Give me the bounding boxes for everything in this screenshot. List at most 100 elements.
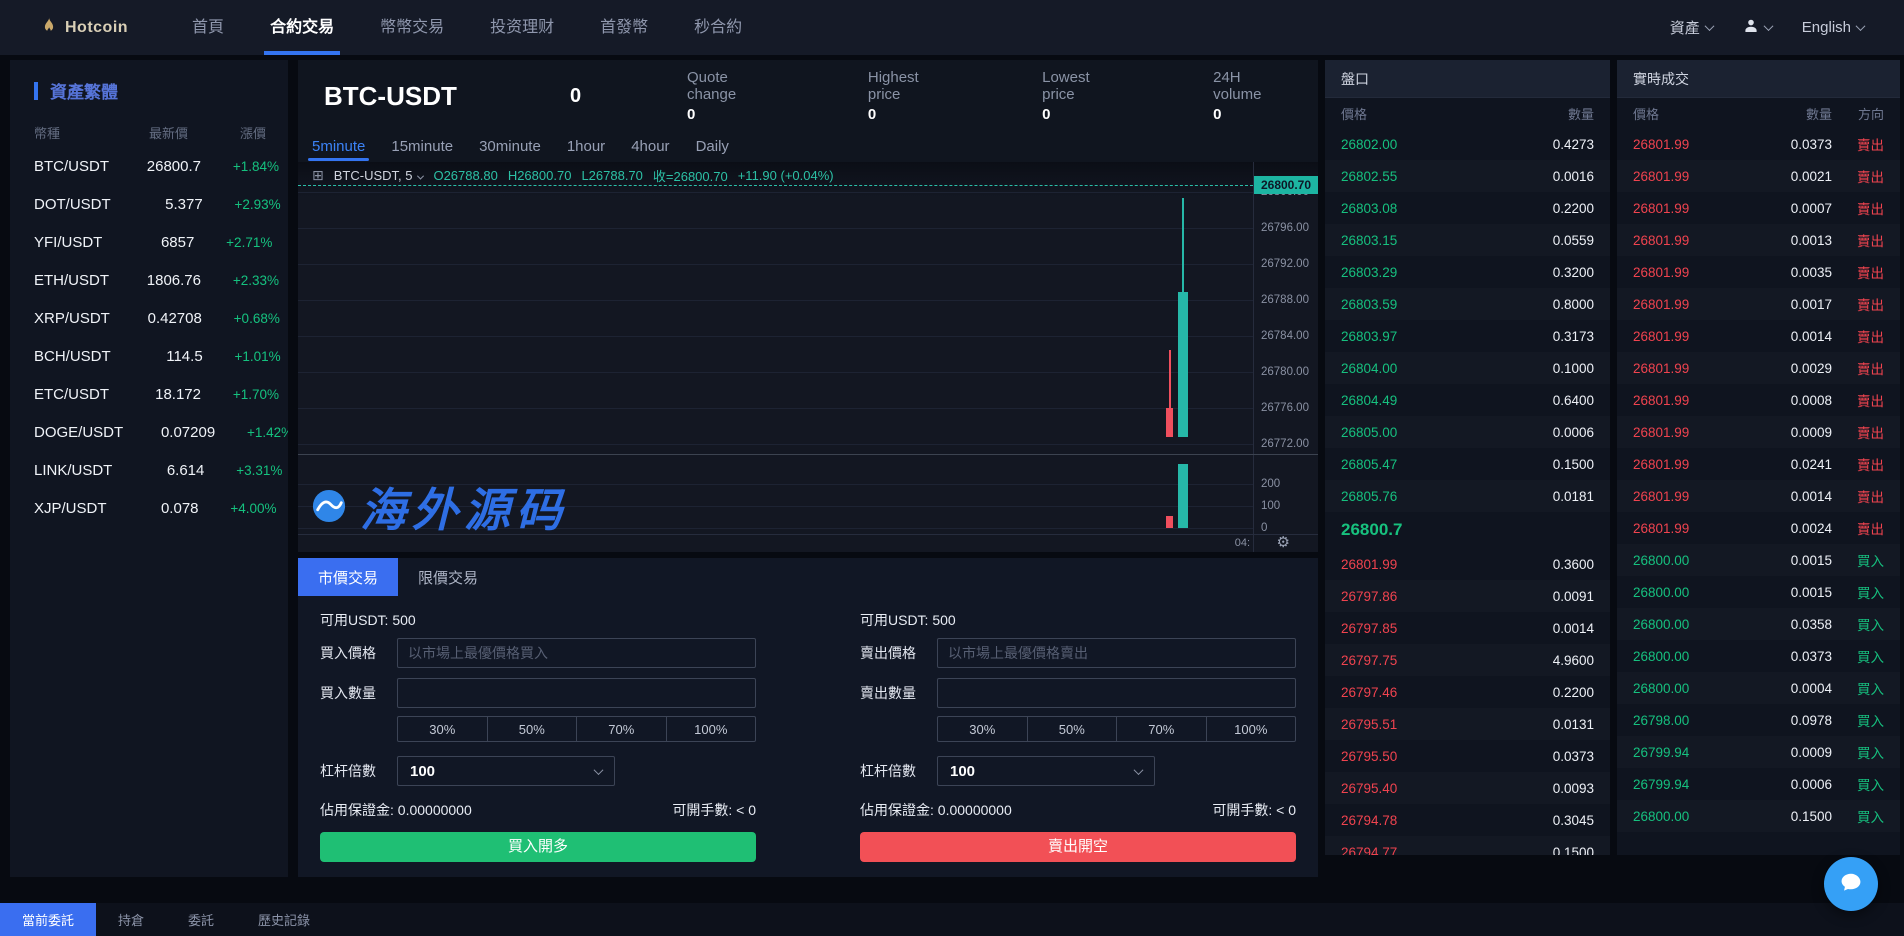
bottom-tab[interactable]: 持倉: [96, 903, 166, 936]
nav-item[interactable]: 秒合約: [694, 0, 742, 55]
buy-open-long-button[interactable]: 買入開多: [320, 832, 756, 862]
sell-leverage-select[interactable]: 100: [937, 756, 1155, 786]
bottom-tab[interactable]: 委託: [166, 903, 236, 936]
orderbook-row[interactable]: 26797.860.0091: [1325, 580, 1610, 612]
market-row[interactable]: LINK/USDT6.614+3.31%: [10, 451, 288, 489]
orderbook-row[interactable]: 26803.150.0559: [1325, 224, 1610, 256]
chart-settings-gear-icon[interactable]: ⚙: [1277, 533, 1290, 551]
orderbook-row[interactable]: 26805.470.1500: [1325, 448, 1610, 480]
grid-icon[interactable]: ⊞: [312, 167, 324, 184]
trade-row[interactable]: 26800.000.0373買入: [1617, 640, 1900, 672]
trade-row[interactable]: 26801.990.0024賣出: [1617, 512, 1900, 544]
percent-button[interactable]: 50%: [1027, 717, 1117, 741]
trade-row[interactable]: 26801.990.0373賣出: [1617, 128, 1900, 160]
trade-row[interactable]: 26801.990.0241賣出: [1617, 448, 1900, 480]
trade-row[interactable]: 26801.990.0017賣出: [1617, 288, 1900, 320]
bottom-tab[interactable]: 歷史記錄: [236, 903, 332, 936]
trade-row[interactable]: 26801.990.0013賣出: [1617, 224, 1900, 256]
user-menu[interactable]: [1743, 18, 1772, 38]
nav-item[interactable]: 投资理财: [490, 0, 554, 55]
trade-row[interactable]: 26800.000.0015買入: [1617, 544, 1900, 576]
market-row[interactable]: ETH/USDT1806.76+2.33%: [10, 261, 288, 299]
trade-row[interactable]: 26799.940.0006買入: [1617, 768, 1900, 800]
buy-leverage-select[interactable]: 100: [397, 756, 615, 786]
trade-row[interactable]: 26799.940.0009買入: [1617, 736, 1900, 768]
trade-row[interactable]: 26801.990.0021賣出: [1617, 160, 1900, 192]
trade-row[interactable]: 26801.990.0035賣出: [1617, 256, 1900, 288]
percent-button[interactable]: 30%: [938, 717, 1027, 741]
nav-item[interactable]: 幣幣交易: [380, 0, 444, 55]
percent-button[interactable]: 70%: [1116, 717, 1206, 741]
percent-button[interactable]: 30%: [398, 717, 487, 741]
assets-menu[interactable]: 資產: [1670, 17, 1713, 38]
trade-row[interactable]: 26801.990.0007賣出: [1617, 192, 1900, 224]
trade-row[interactable]: 26798.000.0978買入: [1617, 704, 1900, 736]
language-menu[interactable]: English: [1802, 19, 1864, 36]
trade-row[interactable]: 26801.990.0014賣出: [1617, 480, 1900, 512]
timeframe-tab[interactable]: 15minute: [391, 138, 453, 155]
trade-row[interactable]: 26800.000.0358買入: [1617, 608, 1900, 640]
timeframe-tab[interactable]: 5minute: [312, 138, 365, 155]
orderbook-row[interactable]: 26795.500.0373: [1325, 740, 1610, 772]
percent-button[interactable]: 100%: [666, 717, 756, 741]
orderbook-row[interactable]: 26795.400.0093: [1325, 772, 1610, 804]
market-row[interactable]: BTC/USDT26800.7+1.84%: [10, 147, 288, 185]
orderbook-row[interactable]: 26802.550.0016: [1325, 160, 1610, 192]
timeframe-tab[interactable]: 30minute: [479, 138, 541, 155]
orderbook-row[interactable]: 26803.590.8000: [1325, 288, 1610, 320]
orderbook-row[interactable]: 26803.080.2200: [1325, 192, 1610, 224]
market-row[interactable]: XRP/USDT0.42708+0.68%: [10, 299, 288, 337]
nav-item[interactable]: 首發幣: [600, 0, 648, 55]
trade-row[interactable]: 26800.000.0004買入: [1617, 672, 1900, 704]
order-type-tab[interactable]: 限價交易: [398, 558, 498, 596]
orderbook-row[interactable]: 26805.760.0181: [1325, 480, 1610, 512]
sell-qty-input[interactable]: [937, 678, 1296, 708]
orderbook-row[interactable]: 26804.000.1000: [1325, 352, 1610, 384]
percent-button[interactable]: 100%: [1206, 717, 1296, 741]
bottom-tab[interactable]: 當前委託: [0, 903, 96, 936]
orderbook-row[interactable]: 26801.990.3600: [1325, 548, 1610, 580]
sell-price-input[interactable]: [937, 638, 1296, 668]
trade-row[interactable]: 26801.990.0014賣出: [1617, 320, 1900, 352]
market-row[interactable]: XJP/USDT0.078+4.00%: [10, 489, 288, 527]
sell-open-short-button[interactable]: 賣出開空: [860, 832, 1296, 862]
chat-support-button[interactable]: [1824, 857, 1878, 911]
orderbook-row[interactable]: 26804.490.6400: [1325, 384, 1610, 416]
trade-row[interactable]: 26801.990.0009賣出: [1617, 416, 1900, 448]
order-type-tab[interactable]: 市價交易: [298, 558, 398, 596]
percent-button[interactable]: 70%: [576, 717, 666, 741]
trade-row[interactable]: 26800.000.0015買入: [1617, 576, 1900, 608]
buy-qty-input[interactable]: [397, 678, 756, 708]
market-row[interactable]: YFI/USDT6857+2.71%: [10, 223, 288, 261]
orderbook-row[interactable]: 26794.770.1500: [1325, 836, 1610, 855]
trade-row[interactable]: 26801.990.0029賣出: [1617, 352, 1900, 384]
market-row[interactable]: DOGE/USDT0.07209+1.42%: [10, 413, 288, 451]
timeframe-tab[interactable]: Daily: [696, 138, 729, 155]
orderbook-row[interactable]: 26794.780.3045: [1325, 804, 1610, 836]
trade-row[interactable]: 26801.990.0008賣出: [1617, 384, 1900, 416]
orderbook-row[interactable]: 26795.510.0131: [1325, 708, 1610, 740]
orderbook-row[interactable]: 26797.850.0014: [1325, 612, 1610, 644]
market-row[interactable]: DOT/USDT5.377+2.93%: [10, 185, 288, 223]
volume-separator[interactable]: [298, 454, 1318, 455]
orderbook-row[interactable]: 26803.970.3173: [1325, 320, 1610, 352]
timeframe-tab[interactable]: 1hour: [567, 138, 605, 155]
nav-item[interactable]: 合約交易: [270, 0, 334, 55]
percent-button[interactable]: 50%: [487, 717, 577, 741]
ohlc-low: L26788.70: [581, 168, 642, 183]
stat-label: Highest price: [868, 69, 954, 103]
logo[interactable]: Hotcoin: [40, 16, 128, 39]
orderbook-row[interactable]: 26797.460.2200: [1325, 676, 1610, 708]
orderbook-row[interactable]: 26805.000.0006: [1325, 416, 1610, 448]
chart-symbol-label[interactable]: BTC-USDT, 5: [334, 168, 424, 183]
nav-item[interactable]: 首頁: [192, 0, 224, 55]
market-row[interactable]: ETC/USDT18.172+1.70%: [10, 375, 288, 413]
market-row[interactable]: BCH/USDT114.5+1.01%: [10, 337, 288, 375]
timeframe-tab[interactable]: 4hour: [631, 138, 669, 155]
orderbook-row[interactable]: 26797.754.9600: [1325, 644, 1610, 676]
trade-row[interactable]: 26800.000.1500買入: [1617, 800, 1900, 832]
orderbook-row[interactable]: 26802.000.4273: [1325, 128, 1610, 160]
orderbook-row[interactable]: 26803.290.3200: [1325, 256, 1610, 288]
price-axis[interactable]: 26800.0026796.0026792.0026788.0026784.00…: [1253, 162, 1318, 552]
buy-price-input[interactable]: [397, 638, 756, 668]
